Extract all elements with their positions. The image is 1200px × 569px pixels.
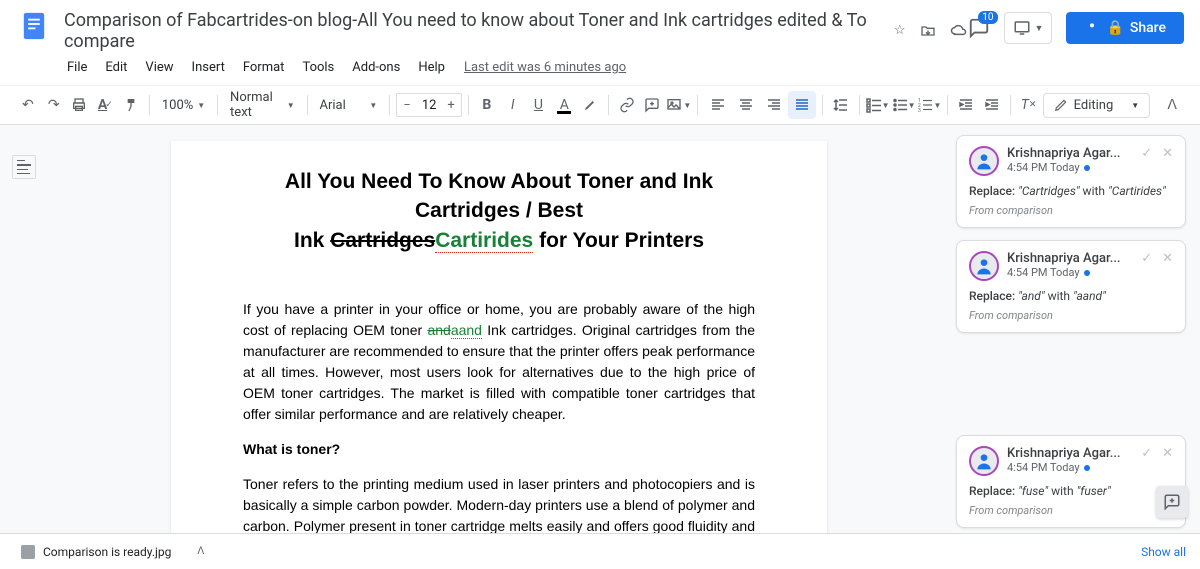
bulleted-list-button[interactable]: ▼ (892, 91, 916, 119)
toolbar: ↶ ↷ A✓ 100%▼ Normal text▼ Arial▼ − 12 + … (0, 85, 1200, 125)
font-size-stepper[interactable]: − 12 + (396, 93, 462, 117)
text-color-button[interactable]: A (552, 91, 576, 119)
suggestion-text: Replace: "Cartridges" with "Cartirides" (969, 184, 1173, 198)
clear-formatting-button[interactable]: T✕ (1017, 91, 1041, 119)
font-select[interactable]: Arial▼ (313, 94, 383, 117)
insert-image-button[interactable]: ▼ (666, 91, 691, 119)
svg-text:3: 3 (918, 108, 921, 113)
editing-mode-select[interactable]: Editing ▼ (1043, 93, 1151, 118)
line-spacing-button[interactable] (829, 91, 853, 119)
collapse-toolbar-button[interactable]: ᐱ (1160, 91, 1184, 119)
font-size-value[interactable]: 12 (417, 98, 441, 113)
move-icon[interactable] (920, 23, 936, 39)
undo-button[interactable]: ↶ (16, 91, 40, 119)
redo-button[interactable]: ↷ (42, 91, 66, 119)
download-filename: Comparison is ready.jpg (43, 545, 171, 559)
paragraph-style-select[interactable]: Normal text▼ (224, 86, 301, 124)
star-icon[interactable]: ☆ (894, 23, 906, 39)
align-right-button[interactable] (760, 91, 788, 119)
comment-time: 4:54 PM Today (1007, 266, 1133, 279)
download-file-chip[interactable]: Comparison is ready.jpg ᐱ (14, 540, 217, 564)
suggestion-card[interactable]: Krishnapriya Agar... 4:54 PM Today ✓ ✕ R… (956, 435, 1186, 528)
insert-link-button[interactable] (615, 91, 639, 119)
suggestion-card[interactable]: Krishnapriya Agar... 4:54 PM Today ✓ ✕ R… (956, 240, 1186, 333)
workspace: All You Need To Know About Toner and Ink… (0, 125, 1200, 568)
accept-suggestion-button[interactable]: ✓ (1141, 146, 1152, 161)
highlight-color-button[interactable] (578, 91, 602, 119)
reject-suggestion-button[interactable]: ✕ (1162, 146, 1173, 161)
suggestion-source: From comparison (969, 309, 1173, 322)
menu-insert[interactable]: Insert (185, 56, 232, 79)
reject-suggestion-button[interactable]: ✕ (1162, 251, 1173, 266)
suggestion-source: From comparison (969, 504, 1173, 517)
add-comment-button[interactable] (641, 91, 665, 119)
underline-button[interactable]: U (527, 91, 551, 119)
comment-time: 4:54 PM Today (1007, 161, 1133, 174)
last-edit-link[interactable]: Last edit was 6 minutes ago (464, 60, 626, 75)
accept-suggestion-button[interactable]: ✓ (1141, 446, 1152, 461)
present-menu-button[interactable]: ▼ (1004, 12, 1053, 44)
menu-file[interactable]: File (60, 56, 94, 79)
accept-suggestion-button[interactable]: ✓ (1141, 251, 1152, 266)
increase-indent-button[interactable] (980, 91, 1004, 119)
file-icon (21, 545, 35, 559)
show-outline-button[interactable] (12, 155, 36, 179)
chevron-up-icon[interactable]: ᐱ (197, 546, 204, 557)
doc-title-input[interactable]: Comparison of Fabcartrides-on blog-All Y… (60, 8, 882, 54)
downloads-bar: Comparison is ready.jpg ᐱ Show all (0, 533, 1200, 569)
menu-bar: File Edit View Insert Format Tools Add-o… (60, 56, 968, 79)
doc-heading[interactable]: All You Need To Know About Toner and Ink… (243, 167, 755, 255)
menu-help[interactable]: Help (411, 56, 452, 79)
avatar (969, 251, 999, 281)
comment-author: Krishnapriya Agar... (1007, 146, 1133, 161)
avatar (969, 146, 999, 176)
italic-button[interactable]: I (501, 91, 525, 119)
checklist-button[interactable]: ▼ (866, 91, 890, 119)
paragraph-1[interactable]: If you have a printer in your office or … (243, 299, 755, 425)
decrease-indent-button[interactable] (954, 91, 978, 119)
suggestion-text: Replace: "fuse" with "fuser" (969, 484, 1173, 498)
docs-logo[interactable] (16, 8, 52, 44)
menu-addons[interactable]: Add-ons (345, 56, 407, 79)
align-center-button[interactable] (732, 91, 760, 119)
comment-time: 4:54 PM Today (1007, 461, 1133, 474)
menu-format[interactable]: Format (236, 56, 292, 79)
print-button[interactable] (68, 91, 92, 119)
menu-edit[interactable]: Edit (98, 56, 134, 79)
page-scroll-area[interactable]: All You Need To Know About Toner and Ink… (48, 125, 950, 568)
reject-suggestion-button[interactable]: ✕ (1162, 446, 1173, 461)
menu-view[interactable]: View (138, 56, 180, 79)
suggestion-text: Replace: "and" with "aand" (969, 289, 1173, 303)
share-button[interactable]: 🔒 Share (1066, 12, 1184, 44)
comment-author: Krishnapriya Agar... (1007, 446, 1133, 461)
zoom-select[interactable]: 100%▼ (156, 94, 211, 117)
spellcheck-button[interactable]: A✓ (93, 91, 117, 119)
cloud-saved-icon[interactable] (950, 23, 968, 39)
font-size-increase[interactable]: + (441, 94, 461, 116)
paint-format-button[interactable] (119, 91, 143, 119)
comment-count-badge: 10 (978, 11, 997, 24)
avatar (969, 446, 999, 476)
font-size-decrease[interactable]: − (397, 94, 417, 116)
align-justify-button[interactable] (788, 91, 816, 119)
app-header: Comparison of Fabcartrides-on blog-All Y… (0, 0, 1200, 79)
heading-what-is-toner[interactable]: What is toner? (243, 439, 755, 460)
suggestion-card[interactable]: Krishnapriya Agar... 4:54 PM Today ✓ ✕ R… (956, 135, 1186, 228)
show-all-downloads-link[interactable]: Show all (1141, 545, 1186, 559)
document-page[interactable]: All You Need To Know About Toner and Ink… (171, 141, 827, 568)
open-comments-button[interactable]: 10 (968, 17, 990, 39)
suggestion-source: From comparison (969, 204, 1173, 217)
numbered-list-button[interactable]: 123▼ (917, 91, 941, 119)
comment-author: Krishnapriya Agar... (1007, 251, 1133, 266)
bold-button[interactable]: B (475, 91, 499, 119)
menu-tools[interactable]: Tools (295, 56, 341, 79)
align-left-button[interactable] (704, 91, 732, 119)
add-comment-fab[interactable] (1156, 486, 1188, 518)
